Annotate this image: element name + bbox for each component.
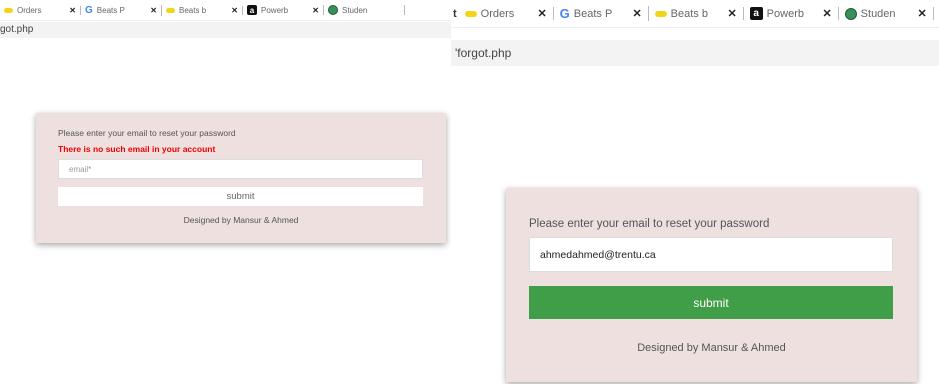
tab-title: Studen (860, 7, 896, 20)
browser-tab[interactable]: Studen (324, 5, 405, 15)
close-icon[interactable]: ✕ (150, 6, 157, 15)
browser-tab[interactable]: Studen ✕ (839, 7, 934, 20)
yellow-tab-icon (166, 7, 175, 13)
close-icon[interactable]: ✕ (727, 7, 736, 20)
submit-button[interactable]: submit (58, 187, 423, 206)
tab-title: Beats b (179, 5, 207, 15)
yellow-tab-icon (654, 10, 667, 17)
email-input[interactable] (529, 237, 893, 272)
browser-tab[interactable]: Orders ✕ (459, 7, 554, 20)
close-icon[interactable]: ✕ (632, 7, 641, 20)
tab-title: Orders (480, 7, 515, 20)
google-icon: G (85, 4, 93, 16)
address-bar[interactable]: 'forgot.php (451, 40, 939, 66)
credit-text: Designed by Mansur & Ahmed (183, 215, 299, 225)
yellow-tab-icon (464, 10, 477, 17)
tab-title: Orders (17, 5, 42, 15)
globe-icon (844, 7, 857, 20)
yellow-tab-icon (4, 7, 13, 13)
reset-prompt: Please enter your email to reset your pa… (58, 128, 236, 138)
amazon-icon: a (247, 5, 257, 15)
tab-title: Beats b (670, 7, 708, 20)
close-icon[interactable]: ✕ (917, 7, 926, 20)
browser-tab[interactable]: Beats b ✕ (162, 5, 243, 15)
close-icon[interactable]: ✕ (312, 6, 319, 15)
google-icon: G (559, 6, 570, 21)
tab-title: Beats P (96, 5, 125, 15)
amazon-icon: a (749, 7, 763, 20)
submit-button[interactable]: submit (529, 286, 893, 319)
error-message: There is no such email in your account (58, 144, 216, 154)
browser-tab[interactable]: G Beats P ✕ (554, 6, 649, 21)
reset-prompt: Please enter your email to reset your pa… (529, 218, 770, 230)
tab-title: Studen (342, 5, 368, 15)
browser-tab[interactable]: G Beats P ✕ (81, 4, 162, 16)
tab-title: Beats P (573, 7, 613, 20)
credit-text: Designed by Mansur & Ahmed (637, 342, 786, 354)
tab-fragment: t (453, 7, 457, 20)
address-bar[interactable]: got.php (0, 22, 451, 38)
globe-icon (328, 5, 338, 15)
browser-tab[interactable]: Beats b ✕ (649, 7, 744, 20)
close-icon[interactable]: ✕ (231, 6, 238, 15)
close-icon[interactable]: ✕ (822, 7, 831, 20)
screenshot-error-state: Orders ✕ G Beats P ✕ Beats b ✕ a Powerb … (0, 0, 451, 384)
reset-password-card: Please enter your email to reset your pa… (36, 113, 446, 243)
browser-tab[interactable]: a Powerb ✕ (744, 7, 839, 20)
browser-tab[interactable]: Orders ✕ (0, 5, 81, 15)
email-input[interactable] (58, 159, 423, 179)
tab-title: Powerb (261, 5, 289, 15)
close-icon[interactable]: ✕ (69, 6, 76, 15)
screenshot-filled-state: t Orders ✕ G Beats P ✕ Beats b ✕ a Power… (451, 0, 939, 384)
tab-title: Powerb (766, 7, 804, 20)
browser-tab[interactable]: a Powerb ✕ (243, 5, 324, 15)
close-icon[interactable]: ✕ (537, 7, 546, 20)
browser-tab-bar: t Orders ✕ G Beats P ✕ Beats b ✕ a Power… (451, 0, 939, 28)
browser-tab-bar: Orders ✕ G Beats P ✕ Beats b ✕ a Powerb … (0, 0, 451, 21)
reset-password-card: Please enter your email to reset your pa… (506, 188, 917, 382)
